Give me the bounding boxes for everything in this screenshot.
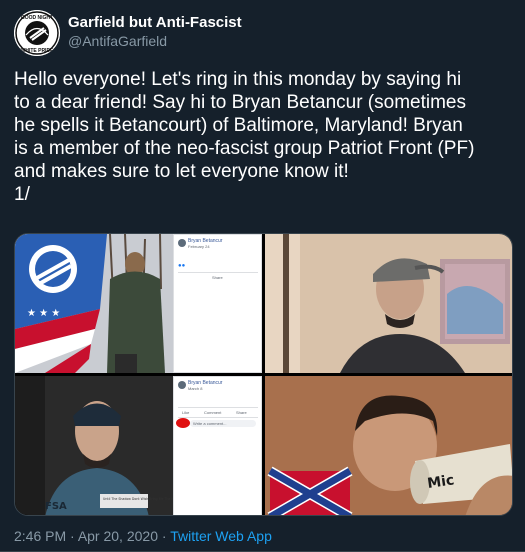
fb-share-label: Share — [236, 410, 247, 415]
media-photo-4[interactable]: Mic — [265, 376, 512, 515]
fb-share-label: Share — [212, 275, 223, 280]
caption-card-text: Until The Shadow Dont Wish Bring Me The … — [103, 497, 184, 501]
fb-divider — [178, 417, 258, 418]
media-photo-1[interactable]: ★ ★ ★ Bryan Betancur February 24 ●● Shar… — [15, 234, 262, 373]
fb-post-date: February 24 — [188, 244, 210, 249]
tweet-time[interactable]: 2:46 PM — [14, 528, 66, 544]
author-handle[interactable]: @AntifaGarfield — [68, 33, 167, 49]
avatar-text-top: GOOD NIGHT — [21, 15, 53, 21]
facebook-post-screenshot-2: Bryan Betancur March 8 Like Comment Shar… — [173, 376, 262, 515]
tweet-text-line: he spells it Betancourt) of Baltimore, M… — [14, 115, 463, 136]
tweet-text: Hello everyone! Let's ring in this monda… — [14, 68, 514, 206]
fb-avatar — [178, 239, 186, 247]
tweet-footer: 2:46 PM · Apr 20, 2020 · Twitter Web App — [14, 528, 272, 544]
fb-comment-label: Comment — [204, 410, 222, 415]
fb-divider — [178, 407, 258, 408]
tweet-text-line: 1/ — [14, 184, 30, 205]
tweet: GOOD NIGHT WHITE PRIDE Garfield but Anti… — [0, 0, 525, 552]
tweet-text-line: is a member of the neo-fascist group Pat… — [14, 138, 475, 159]
fb-post-date: March 8 — [188, 386, 203, 391]
selfie-cap-photo — [265, 234, 512, 373]
avatar-text-bottom: WHITE PRIDE — [21, 48, 54, 54]
avatar-logo-icon: GOOD NIGHT WHITE PRIDE — [14, 10, 60, 56]
tweet-date[interactable]: Apr 20, 2020 — [78, 528, 158, 544]
tweet-text-line: to a dear friend! Say hi to Bryan Betanc… — [14, 92, 466, 113]
fb-reactions-icon: ●● — [178, 263, 186, 269]
fb-avatar — [178, 381, 186, 389]
tweet-media-grid[interactable]: ★ ★ ★ Bryan Betancur February 24 ●● Shar… — [14, 233, 513, 516]
media-photo-2[interactable] — [265, 234, 512, 373]
footer-separator: · — [157, 528, 171, 544]
fb-divider — [178, 272, 258, 273]
svg-text:★ ★ ★: ★ ★ ★ — [27, 308, 60, 319]
confederate-flag — [267, 466, 353, 515]
facebook-post-screenshot-1: Bryan Betancur February 24 ●● Share — [173, 234, 262, 373]
tweet-text-line: Hello everyone! Let's ring in this monda… — [14, 69, 462, 90]
fb-comment-placeholder: Write a comment... — [193, 421, 227, 426]
footer-separator: · — [66, 528, 78, 544]
shirt-text: FSA — [45, 501, 67, 512]
selfie-can-photo: Mic — [265, 376, 512, 515]
media-photo-3[interactable]: FSA Until The Shadow Dont Wish Bring Me … — [15, 376, 262, 515]
fb-like-label: Like — [182, 410, 190, 415]
author-display-name[interactable]: Garfield but Anti-Fascist — [68, 14, 242, 31]
author-avatar[interactable]: GOOD NIGHT WHITE PRIDE — [14, 10, 60, 56]
tweet-text-line: and makes sure to let everyone know it! — [14, 161, 349, 182]
tweet-source-app[interactable]: Twitter Web App — [170, 528, 272, 544]
red-scribble-annotation — [176, 418, 190, 428]
